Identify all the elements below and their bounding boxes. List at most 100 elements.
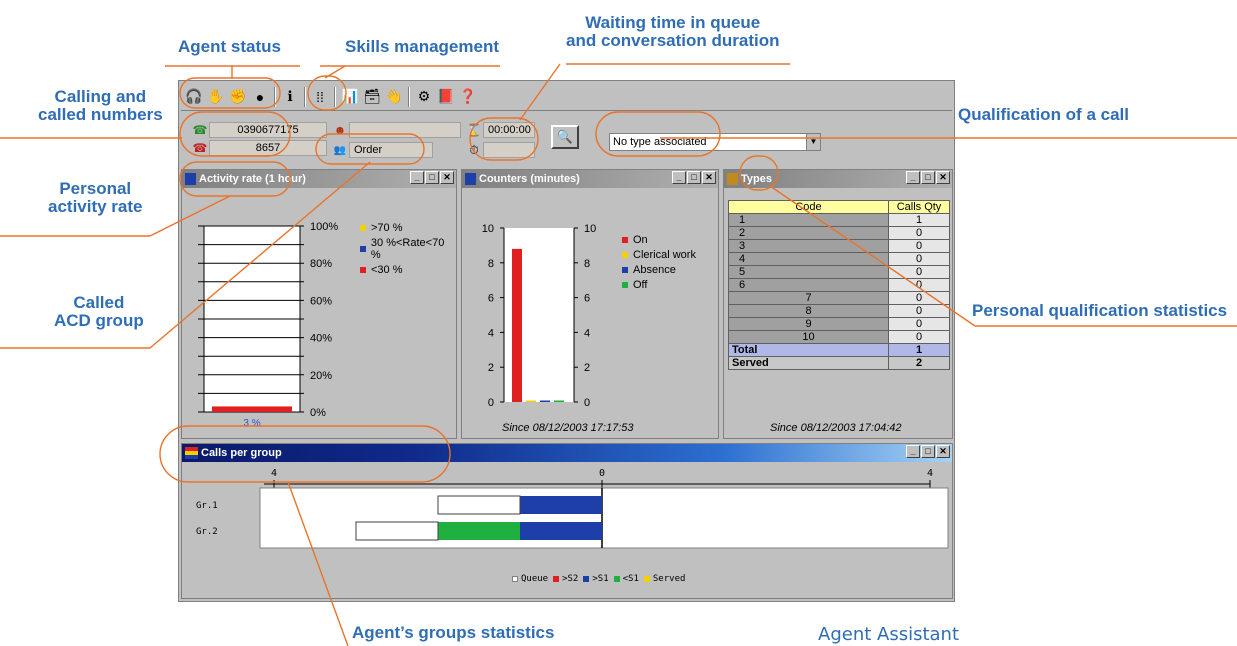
maximize-button[interactable]: □ — [921, 445, 935, 458]
toolbar-separator — [274, 86, 276, 107]
conversation-time-field — [483, 142, 535, 158]
table-row[interactable]: 10 0 — [728, 330, 950, 344]
callout-personal-rate: Personal activity rate — [48, 180, 143, 216]
tick-label: 2 — [584, 362, 590, 374]
maximize-button[interactable]: □ — [425, 171, 439, 184]
chevron-down-icon[interactable]: ▼ — [806, 134, 820, 150]
agent-avatar-icon: ☻ — [333, 123, 347, 137]
code-cell: 3 — [728, 239, 889, 253]
headset-icon[interactable]: 🎧 — [184, 87, 204, 107]
fist-icon[interactable]: ✊ — [228, 87, 248, 107]
legend-item: Off — [622, 279, 696, 291]
search-button[interactable]: 🔍 — [551, 125, 579, 149]
table-row[interactable]: 20 — [728, 226, 950, 240]
maximize-button[interactable]: □ — [687, 171, 701, 184]
calling-phone-icon: ☎ — [192, 123, 208, 137]
qty-cell: 0 — [888, 278, 950, 292]
table-row[interactable]: 40 — [728, 252, 950, 266]
tick-label: 2 — [488, 362, 494, 374]
calling-number-row: ☎ 0390677175 — [191, 121, 327, 139]
info-icon[interactable]: ℹ — [280, 87, 300, 107]
minimize-button[interactable]: _ — [906, 171, 920, 184]
tick-label: 100% — [310, 221, 338, 233]
minimize-button[interactable]: _ — [906, 445, 920, 458]
code-cell: 1 — [728, 213, 889, 227]
agent-assistant-caption: Agent Assistant — [818, 624, 960, 645]
skills-icon[interactable]: ⁞⁞ — [310, 87, 330, 107]
tick-label: 80% — [310, 258, 332, 270]
group-icon: 👥 — [333, 144, 347, 156]
tick-label: 20% — [310, 370, 332, 382]
group-label: Gr.2 — [196, 527, 218, 537]
callout-qualification: Qualification of a call — [958, 105, 1129, 124]
waiting-time-field: 00:00:00 — [483, 122, 535, 138]
callout-acd-line2: ACD group — [54, 311, 144, 330]
qty-cell: 0 — [888, 226, 950, 240]
agent-field — [349, 122, 461, 138]
close-button[interactable]: ✕ — [702, 171, 716, 184]
legend-label: >S2 — [562, 574, 579, 584]
group-bar — [438, 522, 520, 540]
counters-chart: 0 0 2 2 4 4 6 6 8 8 10 10 — [482, 223, 597, 409]
types-panel: Types _ □ ✕ Code Calls Qty 1120304050607… — [723, 169, 953, 439]
legend-label: <S1 — [622, 574, 639, 584]
calls-per-group-panel: Calls per group _ □ ✕ 4 0 4 Gr.1 Gr.2 Queue >… — [181, 443, 953, 599]
tick-label: 10 — [584, 223, 596, 235]
close-button[interactable]: ✕ — [936, 445, 950, 458]
callout-calling-numbers: Calling and called numbers — [38, 88, 163, 124]
legend-item: <S1 — [613, 574, 639, 584]
groups-chart: 4 0 4 Gr.1 Gr.2 — [196, 468, 949, 549]
qty-cell: 0 — [888, 265, 950, 279]
legend-swatch — [360, 225, 366, 231]
box-icon[interactable]: 🗃 — [362, 87, 382, 107]
legend-swatch — [622, 282, 628, 288]
types-table: Code Calls Qty 1 1 2 0 3 0 4 0 5 0 6 0 7 0 8 0 9 0 10 0 Tot… — [728, 200, 950, 370]
counter-bar — [512, 248, 522, 402]
table-row[interactable]: 80 — [728, 304, 950, 318]
minimize-button[interactable]: _ — [410, 171, 424, 184]
qty-cell: 0 — [888, 317, 950, 331]
callout-acd-line1: Called — [73, 293, 125, 312]
code-cell: 7 — [728, 291, 889, 305]
activity-title: Activity rate (1 hour) — [199, 173, 306, 185]
table-row[interactable]: 60 — [728, 278, 950, 292]
gear-icon[interactable]: ⚙ — [414, 87, 434, 107]
activity-rate-panel: Activity rate (1 hour) _ □ ✕ 0% 20% 40% 60%… — [181, 169, 457, 439]
close-button[interactable]: ✕ — [936, 171, 950, 184]
tick-label: 40% — [310, 333, 332, 345]
code-cell: 6 — [728, 278, 889, 292]
help-icon[interactable]: ❓ — [458, 87, 478, 107]
legend-item: Served — [643, 574, 685, 584]
tick-label: 4 — [584, 327, 590, 339]
table-row[interactable]: 90 — [728, 317, 950, 331]
qualification-select[interactable]: No type associated ▼ — [609, 133, 821, 151]
stop-icon[interactable]: ● — [250, 87, 270, 107]
groups-titlebar: Calls per group _ □ ✕ — [182, 444, 952, 462]
table-row[interactable]: 50 — [728, 265, 950, 279]
table-row[interactable]: 70 — [728, 291, 950, 305]
annotation-line — [324, 65, 346, 79]
chart-icon[interactable]: 📊 — [340, 87, 360, 107]
counters-title: Counters (minutes) — [479, 173, 580, 185]
types-col-qty: Calls Qty — [888, 200, 950, 214]
tick-label: 60% — [310, 295, 332, 307]
book-icon[interactable]: 📕 — [436, 87, 456, 107]
toolbar-separator — [304, 86, 306, 107]
group-bar — [520, 496, 602, 514]
acd-group-row: 👥 Order — [331, 141, 433, 159]
window-app-icon — [185, 173, 196, 185]
minimize-button[interactable]: _ — [672, 171, 686, 184]
types-title: Types — [741, 173, 772, 185]
counter-bar — [554, 400, 564, 402]
groups-app-icon — [185, 447, 198, 459]
hand-wave-icon[interactable]: 👋 — [384, 87, 404, 107]
types-header-row: Code Calls Qty — [728, 200, 950, 214]
hand-icon[interactable]: ✋ — [206, 87, 226, 107]
legend-item: >S1 — [583, 574, 609, 584]
table-row[interactable]: 11 — [728, 213, 950, 227]
table-row[interactable]: 30 — [728, 239, 950, 253]
close-button[interactable]: ✕ — [440, 171, 454, 184]
legend-item: Queue — [512, 574, 548, 584]
maximize-button[interactable]: □ — [921, 171, 935, 184]
activity-legend: >70 % 30 %<Rate<70 % <30 % — [360, 222, 456, 279]
